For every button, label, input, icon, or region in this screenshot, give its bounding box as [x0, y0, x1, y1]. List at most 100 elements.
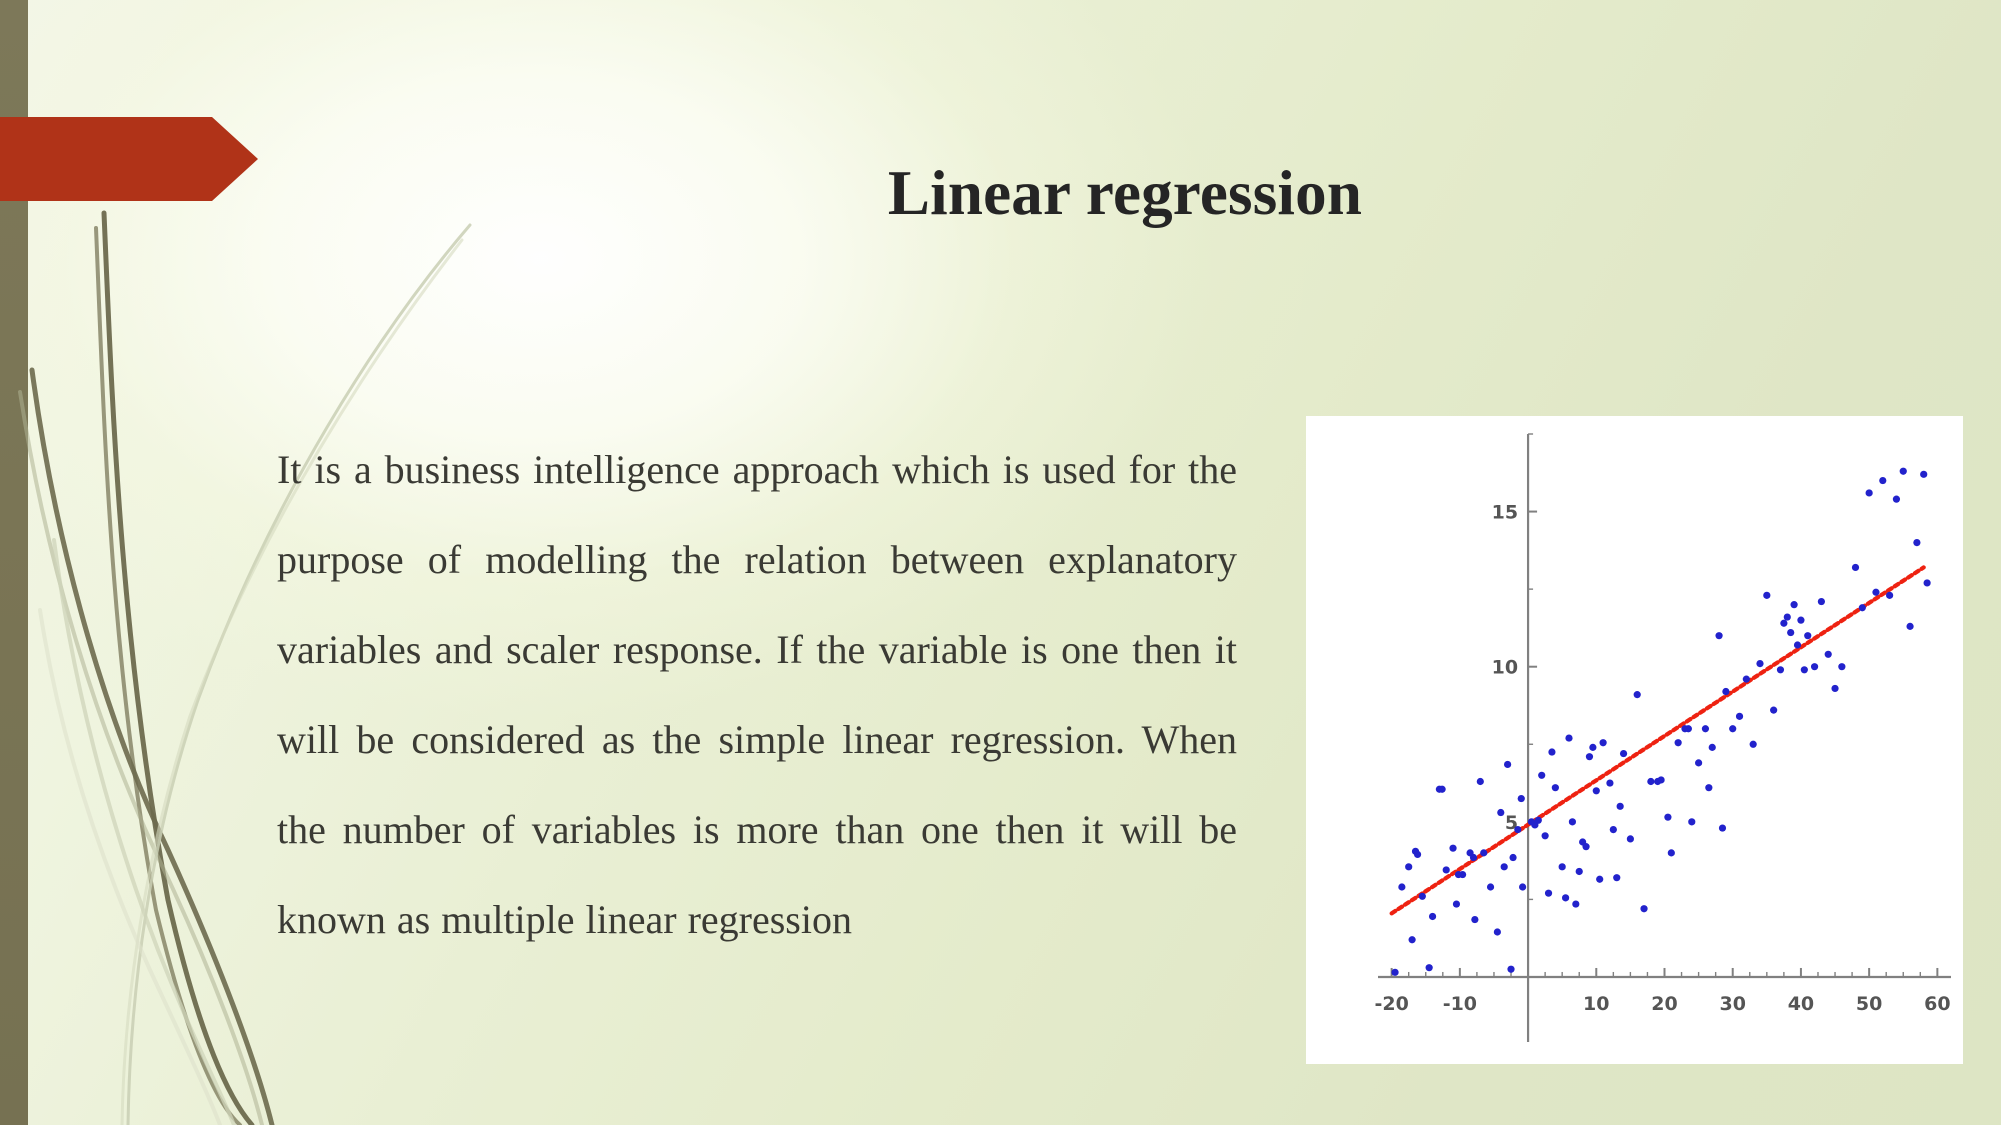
scatter-point	[1469, 853, 1478, 862]
scatter-point	[1790, 601, 1798, 609]
scatter-point	[1548, 748, 1556, 756]
scatter-point	[1514, 825, 1522, 834]
scatter-point	[1449, 844, 1457, 852]
scatter-point	[1776, 666, 1785, 674]
y-axis-tick-label: 10	[1492, 657, 1518, 679]
scatter-point	[1507, 965, 1515, 973]
scatter-point	[1817, 597, 1825, 606]
scatter-point	[1657, 776, 1665, 784]
scatter-point	[1493, 928, 1501, 936]
scatter-point	[1810, 663, 1819, 671]
scatter-chart-image: -20 -10 10 20 30 40 50 60 5 10 15	[1306, 416, 1963, 1064]
x-axis-tick-label: 30	[1719, 993, 1745, 1015]
scatter-point	[1408, 936, 1416, 944]
scatter-point	[1780, 619, 1788, 627]
scatter-point	[1872, 588, 1880, 596]
scatter-point	[1606, 779, 1614, 787]
scatter-point	[1688, 818, 1696, 826]
scatter-point	[1541, 832, 1549, 840]
x-axis-tick-label: -20	[1374, 993, 1408, 1015]
x-axis-tick-label: 20	[1651, 993, 1677, 1015]
scatter-point	[1428, 912, 1437, 921]
scatter-point	[1452, 900, 1461, 908]
scatter-point	[1592, 787, 1600, 795]
scatter-point	[1585, 753, 1594, 761]
scatter-point	[1705, 784, 1713, 792]
scatter-point	[1838, 663, 1846, 671]
scatter-point	[1391, 968, 1399, 976]
scatter-point	[1647, 777, 1655, 786]
scatter-point	[1497, 808, 1505, 817]
scatter-point	[1413, 850, 1422, 859]
scatter-point	[1538, 771, 1546, 779]
x-axis-tick-label: -10	[1443, 993, 1477, 1015]
scatter-point	[1923, 579, 1931, 587]
scatter-point	[1509, 853, 1517, 862]
scatter-point	[1544, 889, 1553, 897]
scatter-point	[1619, 749, 1628, 758]
scatter-point	[1471, 915, 1479, 924]
red-arrow-banner	[0, 117, 258, 201]
scatter-point	[1504, 760, 1512, 769]
linear-regression-scatter-plot: -20 -10 10 20 30 40 50 6051015	[1306, 416, 1963, 1064]
scatter-point	[1742, 675, 1750, 683]
scatter-point	[1476, 777, 1484, 786]
scatter-point	[1565, 734, 1573, 742]
scatter-point	[1575, 867, 1583, 876]
scatter-point	[1500, 863, 1508, 871]
scatter-point	[1735, 712, 1744, 720]
scatter-point	[1667, 849, 1675, 857]
scatter-point	[1561, 894, 1570, 902]
scatter-point	[1640, 905, 1648, 913]
scatter-point	[1438, 785, 1446, 793]
scatter-point	[1633, 691, 1641, 699]
scatter-point	[1480, 849, 1488, 857]
chart-background	[1306, 416, 1963, 1064]
scatter-point	[1886, 591, 1894, 599]
scatter-point	[1797, 616, 1805, 624]
scatter-point	[1920, 470, 1928, 478]
scatter-point	[1517, 794, 1525, 803]
scatter-point	[1486, 883, 1495, 891]
scatter-point	[1858, 604, 1866, 612]
scatter-point	[1793, 641, 1802, 649]
scatter-point	[1770, 706, 1778, 714]
scatter-point	[1831, 684, 1839, 693]
scatter-point	[1572, 900, 1580, 908]
scatter-point	[1551, 784, 1559, 792]
scatter-point	[1616, 802, 1624, 810]
scatter-point	[1519, 883, 1527, 891]
scatter-point	[1865, 489, 1873, 497]
scatter-point	[1899, 467, 1907, 475]
body-paragraph: It is a business intelligence approach w…	[277, 447, 1237, 942]
page-title: Linear regression	[887, 158, 1363, 229]
scatter-point	[1558, 863, 1566, 871]
scatter-point	[1596, 875, 1604, 883]
scatter-point	[1879, 476, 1887, 485]
scatter-point	[1824, 650, 1832, 658]
scatter-point	[1913, 538, 1921, 547]
scatter-point	[1715, 632, 1723, 640]
scatter-point	[1398, 883, 1406, 891]
scatter-point	[1664, 813, 1672, 821]
scatter-point	[1851, 563, 1860, 572]
x-axis-tick-label: 10	[1583, 993, 1609, 1015]
scatter-point	[1783, 613, 1791, 621]
scatter-point	[1674, 739, 1682, 747]
scatter-point	[1749, 740, 1757, 748]
scatter-point	[1906, 622, 1914, 630]
scatter-point	[1568, 818, 1577, 826]
scatter-point	[1763, 591, 1771, 599]
x-axis-tick-label: 40	[1788, 993, 1814, 1015]
scatter-point	[1756, 660, 1764, 668]
scatter-point	[1787, 628, 1795, 637]
scatter-point	[1708, 743, 1716, 751]
scatter-point	[1425, 964, 1433, 972]
scatter-point	[1729, 725, 1737, 733]
scatter-point	[1800, 666, 1808, 674]
scatter-point	[1701, 725, 1710, 733]
scatter-point	[1695, 759, 1703, 767]
scatter-point	[1405, 863, 1413, 871]
scatter-point	[1718, 824, 1727, 832]
scatter-point	[1442, 866, 1450, 874]
